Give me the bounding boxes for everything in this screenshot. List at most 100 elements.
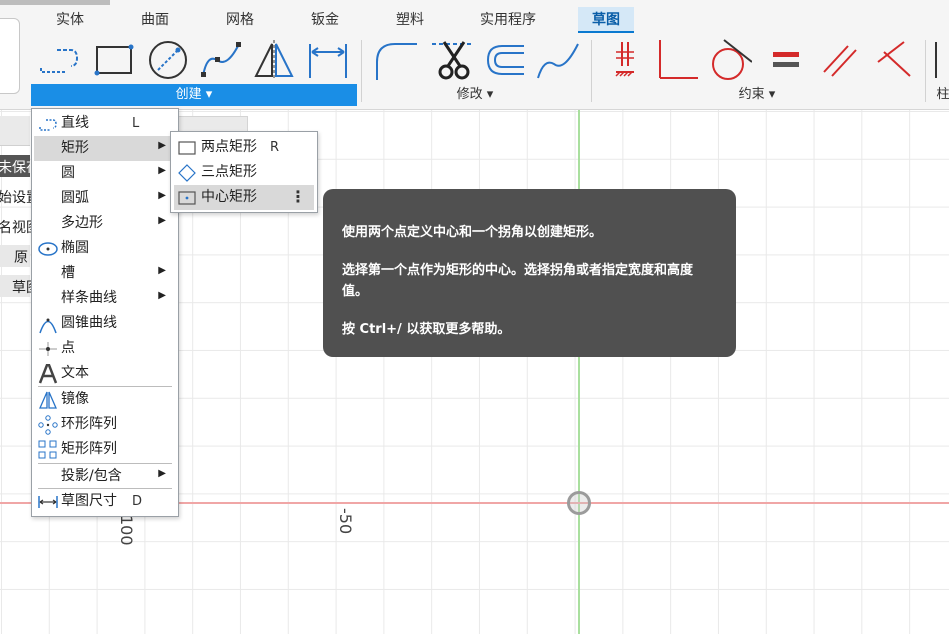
menu-label: 镜像 <box>61 391 89 407</box>
browser-item-origin[interactable]: 原 <box>14 247 28 267</box>
submenu-label: 三点矩形 <box>201 164 257 180</box>
tool-tooltip: 使用两个点定义中心和一个拐角以创建矩形。 选择第一个点作为矩形的中心。选择拐角或… <box>323 189 736 357</box>
circular-pattern-icon <box>38 415 58 435</box>
menu-shortcut: D <box>132 494 143 509</box>
group-divider <box>361 40 362 102</box>
menu-item-point[interactable]: 点 <box>34 336 176 361</box>
tab-solid[interactable]: 实体 <box>46 7 94 33</box>
tooltip-spacer <box>342 243 718 260</box>
ellipse-icon <box>38 239 58 259</box>
parallel-tool[interactable] <box>818 38 862 82</box>
menu-label: 槽 <box>61 265 75 281</box>
menu-item-circular-pattern[interactable]: 环形阵列 <box>34 412 176 437</box>
ribbon-toolbar: 实体 曲面 网格 钣金 塑料 实用程序 草图 创建 ▾ 修改 ▾ 约束 ▾ 柱 <box>0 0 949 110</box>
tab-surface[interactable]: 曲面 <box>131 7 179 33</box>
submenu-arrow-icon: ▶ <box>158 290 166 301</box>
modify-group-dropdown[interactable]: 修改 ▾ <box>440 84 510 106</box>
circle-icon <box>149 41 187 79</box>
menu-item-sketch-dimension[interactable]: 草图尺寸 D <box>34 489 176 514</box>
perpendicular-tool[interactable] <box>656 38 700 82</box>
fillet-icon <box>376 43 417 80</box>
menu-item-mirror[interactable]: 镜像 <box>34 387 176 412</box>
menu-label: 投影/包含 <box>61 468 122 484</box>
origin-point[interactable] <box>567 491 591 515</box>
trim-icon <box>432 41 472 80</box>
menu-label: 文本 <box>61 365 89 381</box>
submenu-arrow-icon: ▶ <box>158 140 166 151</box>
offset-tool[interactable] <box>484 38 528 82</box>
spline-icon <box>201 42 241 77</box>
title-strip <box>0 0 110 5</box>
create-group-dropdown[interactable]: 创建 ▾ <box>31 84 357 106</box>
create-dropdown-menu: 直线 L 矩形 ▶ 圆 ▶ 圆弧 ▶ 多边形 ▶ 椭圆 槽 ▶ 样条曲线 ▶ 圆… <box>31 108 179 517</box>
point-icon <box>38 339 58 359</box>
menu-item-spline[interactable]: 样条曲线 ▶ <box>34 286 176 311</box>
extend-tool[interactable] <box>536 38 580 82</box>
menu-label: 圆 <box>61 165 75 181</box>
two-point-rectangle-icon <box>177 138 197 158</box>
menu-item-rectangular-pattern[interactable]: 矩形阵列 <box>34 437 176 462</box>
submenu-shortcut: R <box>270 140 280 155</box>
menu-item-arc[interactable]: 圆弧 ▶ <box>34 186 176 211</box>
center-rectangle-icon <box>177 188 197 208</box>
rectangle-tool[interactable] <box>92 38 136 82</box>
dimension-icon <box>309 44 347 78</box>
equal-tool[interactable] <box>764 38 808 82</box>
tangent-tool[interactable] <box>708 38 753 82</box>
trim-tool[interactable] <box>432 38 476 82</box>
dimension-tool[interactable] <box>306 38 350 82</box>
menu-item-project-include[interactable]: 投影/包含 ▶ <box>34 464 176 489</box>
tab-plastic[interactable]: 塑料 <box>386 7 434 33</box>
more-options-icon[interactable]: ⋮ <box>290 186 306 207</box>
submenu-item-center-rectangle[interactable]: 中心矩形 ⋮ <box>174 185 314 210</box>
fillet-tool[interactable] <box>373 38 417 82</box>
spline-tool[interactable] <box>199 38 243 82</box>
tab-mesh[interactable]: 网格 <box>216 7 264 33</box>
three-point-rectangle-icon <box>177 163 197 183</box>
line-tool[interactable] <box>37 38 81 82</box>
submenu-item-two-point-rectangle[interactable]: 两点矩形 R <box>174 135 314 160</box>
submenu-arrow-icon: ▶ <box>158 468 166 479</box>
left-panel-stub[interactable] <box>0 18 20 94</box>
browser-header <box>0 116 30 146</box>
menu-label: 环形阵列 <box>61 416 117 432</box>
tooltip-instructions: 选择第一个点作为矩形的中心。选择拐角或者指定宽度和高度值。 <box>342 263 694 299</box>
tab-sheet-metal[interactable]: 钣金 <box>301 7 349 33</box>
coincident-icon <box>877 41 911 77</box>
submenu-arrow-icon: ▶ <box>158 190 166 201</box>
sketch-dimension-icon <box>38 492 58 512</box>
horizontal-vertical-icon <box>615 42 634 77</box>
group-divider <box>591 40 592 102</box>
menu-item-polygon[interactable]: 多边形 ▶ <box>34 211 176 236</box>
submenu-arrow-icon: ▶ <box>158 165 166 176</box>
tooltip-description: 使用两个点定义中心和一个拐角以创建矩形。 <box>342 225 603 240</box>
menu-label: 椭圆 <box>61 240 89 256</box>
more-constraints-tool[interactable] <box>926 38 949 82</box>
inspect-group-dropdown[interactable]: 柱 <box>936 84 949 106</box>
menu-item-conic-curve[interactable]: 圆锥曲线 <box>34 311 176 336</box>
rectangular-pattern-icon <box>38 440 58 460</box>
line-icon <box>38 114 58 134</box>
menu-item-circle[interactable]: 圆 ▶ <box>34 161 176 186</box>
menu-label: 矩形阵列 <box>61 441 117 457</box>
horizontal-vertical-tool[interactable] <box>604 38 648 82</box>
menu-item-rectangle[interactable]: 矩形 ▶ <box>34 136 176 161</box>
circle-tool[interactable] <box>146 38 190 82</box>
tangent-icon <box>712 39 753 80</box>
tab-utilities[interactable]: 实用程序 <box>472 7 544 33</box>
menu-item-line[interactable]: 直线 L <box>34 111 176 136</box>
menu-item-slot[interactable]: 槽 ▶ <box>34 261 176 286</box>
constraints-group-dropdown[interactable]: 约束 ▾ <box>722 84 792 106</box>
menu-item-ellipse[interactable]: 椭圆 <box>34 236 176 261</box>
menu-label: 点 <box>61 340 75 356</box>
group-divider <box>925 40 926 102</box>
line-icon <box>40 49 79 73</box>
coincident-tool[interactable] <box>870 38 914 82</box>
mirror-tool[interactable] <box>252 38 296 82</box>
submenu-item-three-point-rectangle[interactable]: 三点矩形 <box>174 160 314 185</box>
tab-sketch[interactable]: 草图 <box>578 7 634 33</box>
menu-label: 样条曲线 <box>61 290 117 306</box>
menu-label: 矩形 <box>61 140 89 156</box>
menu-item-text[interactable]: 文本 <box>34 361 176 386</box>
parallel-icon <box>823 45 857 77</box>
